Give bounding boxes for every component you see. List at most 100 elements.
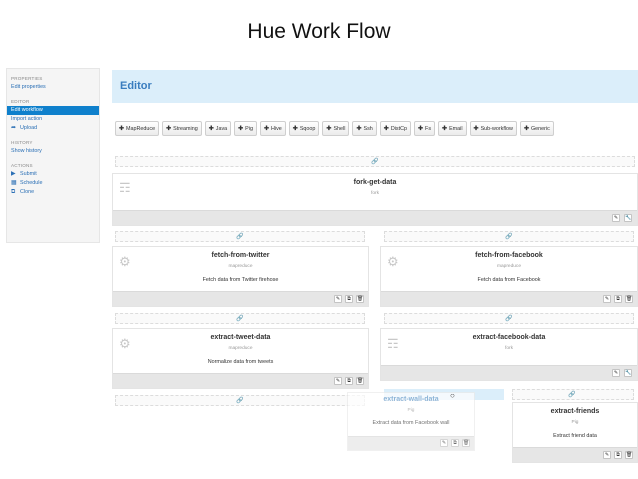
add-fs-button[interactable]: ✚ Fs [414,121,436,136]
drop-zone[interactable]: 🔗 [512,389,634,400]
sidebar-item-upload[interactable]: ➦ Upload [7,124,99,133]
nav-header-editor: EDITOR [11,99,30,104]
add-subworkflow-button[interactable]: ✚ Sub-workflow [469,121,517,136]
copy-icon[interactable]: ⧉ [614,295,622,303]
add-sqoop-button[interactable]: ✚ Sqoop [288,121,320,136]
drop-zone[interactable]: 🔗 [115,313,365,324]
node-description: Normalize data from tweets [207,359,274,365]
button-label: DistCp [390,125,407,132]
nav-header-history: HISTORY [11,140,33,145]
button-label: Ssh [363,125,373,132]
edit-icon[interactable]: ✎ [612,369,620,377]
add-mapreduce-button[interactable]: ✚ MapReduce [115,121,160,136]
delete-icon[interactable]: 🗑 [625,295,633,303]
sidebar-item-label: Import action [11,116,43,122]
play-icon: ▶ [11,171,16,177]
plus-icon: ✚ [418,126,424,132]
drop-zone[interactable]: 🔗 [115,395,365,406]
sidebar-item-label: Schedule [20,180,43,186]
slide-title: Hue Work Flow [247,20,391,43]
copy-icon[interactable]: ⧉ [345,295,353,303]
add-streaming-button[interactable]: ✚ Streaming [162,121,202,136]
plus-icon: ✚ [263,126,269,132]
copy-icon[interactable]: ⧉ [614,451,622,459]
edit-icon[interactable]: ✎ [603,451,611,459]
share-icon: ➦ [11,125,17,131]
nav-header-properties: PROPERTIES [11,76,43,81]
node-footer: ✎ ⧉ 🗑 [513,447,637,462]
link-icon: 🔗 [568,392,576,398]
sidebar-item-clone[interactable]: ⧉ Clone [7,188,99,197]
drop-zone[interactable]: 🔗 [384,313,634,324]
drop-zone[interactable]: 🔗 [115,156,635,167]
button-label: Email [449,125,463,132]
edit-icon[interactable]: ✎ [603,295,611,303]
delete-icon[interactable]: 🗑 [625,451,633,459]
node-footer: ✎ ⧉ 🗑 [113,291,368,306]
sidebar-item-edit-workflow[interactable]: Edit workflow [7,106,99,115]
add-generic-button[interactable]: ✚ Generic [519,121,554,136]
page-title: Editor [120,80,152,92]
node-extract-friends[interactable]: extract-friends Pig Extract friend data … [512,402,638,463]
editor-header: Editor [112,70,638,103]
add-pig-button[interactable]: ✚ Pig [234,121,257,136]
add-hive-button[interactable]: ✚ Hive [259,121,286,136]
node-fork-get-data[interactable]: ☶ fork-get-data fork ✎ 🔧 [112,173,638,226]
node-extract-facebook-data[interactable]: ☶ extract-facebook-data fork ✎ 🔧 [380,328,638,381]
add-shell-button[interactable]: ✚ Shell [322,121,350,136]
node-footer: ✎ ⧉ 🗑 [113,373,368,388]
edit-icon[interactable]: ✎ [440,439,448,447]
sidebar-item-edit-properties[interactable]: Edit properties [7,83,99,92]
plus-icon: ✚ [356,126,362,132]
button-label: Sub-workflow [480,125,513,132]
drop-zone[interactable]: 🔗 [384,231,634,242]
plus-icon: ✚ [208,126,214,132]
edit-icon[interactable]: ✎ [612,214,620,222]
node-name: fetch-from-facebook [475,252,543,259]
link-icon: 🔗 [236,316,244,322]
copy-icon[interactable]: ⧉ [345,377,353,385]
sidebar-item-submit[interactable]: ▶ Submit [7,170,99,179]
button-label: Generic [530,125,550,132]
link-icon: 🔗 [505,234,513,240]
wrench-icon[interactable]: 🔧 [624,369,632,377]
plus-icon: ✚ [166,126,172,132]
node-description: Extract friend data [553,433,597,439]
node-footer: ✎ ⧉ 🗑 [381,291,637,306]
add-ssh-button[interactable]: ✚ Ssh [352,121,377,136]
delete-icon[interactable]: 🗑 [462,439,470,447]
delete-icon[interactable]: 🗑 [356,377,364,385]
edit-icon[interactable]: ✎ [334,295,342,303]
sidebar-item-schedule[interactable]: ▦ Schedule [7,179,99,188]
plus-icon: ✚ [238,126,244,132]
wrench-icon[interactable]: 🔧 [624,214,632,222]
node-extract-tweet-data[interactable]: ⚙ extract-tweet-data mapreduce Normalize… [112,328,369,389]
button-label: Fs [425,125,432,132]
node-type: mapreduce [228,264,253,269]
plus-icon: ✚ [292,126,298,132]
sidebar-item-label: Edit workflow [11,107,43,113]
sidebar-item-label: Submit [20,171,37,177]
sidebar-item-show-history[interactable]: Show history [7,147,99,156]
sidebar-item-import-action[interactable]: Import action [7,115,99,124]
add-distcp-button[interactable]: ✚ DistCp [379,121,411,136]
add-java-button[interactable]: ✚ Java [204,121,232,136]
copy-icon[interactable]: ⧉ [451,439,459,447]
node-extract-wall-data[interactable]: extract-wall-data Pig Extract data from … [347,392,475,451]
link-icon: 🔗 [371,159,379,165]
node-fetch-from-facebook[interactable]: ⚙ fetch-from-facebook mapreduce Fetch da… [380,246,638,307]
action-toolbar: ✚ MapReduce ✚ Streaming ✚ Java ✚ Pig ✚ Hive ✚… [115,121,554,137]
node-name: extract-tweet-data [210,334,271,341]
sidebar-item-label: Edit properties [11,84,46,90]
node-fetch-from-twitter[interactable]: ⚙ fetch-from-twitter mapreduce Fetch dat… [112,246,369,307]
node-footer: ✎ 🔧 [113,210,637,225]
drop-zone[interactable]: 🔗 [115,231,365,242]
delete-icon[interactable]: 🗑 [356,295,364,303]
node-description: Fetch data from Twitter firehose [202,277,279,283]
edit-icon[interactable]: ✎ [334,377,342,385]
button-label: Java [215,125,228,132]
button-label: Pig [245,125,253,132]
node-type: fork [371,191,379,196]
add-email-button[interactable]: ✚ Email [438,121,467,136]
plus-icon: ✚ [326,126,332,132]
